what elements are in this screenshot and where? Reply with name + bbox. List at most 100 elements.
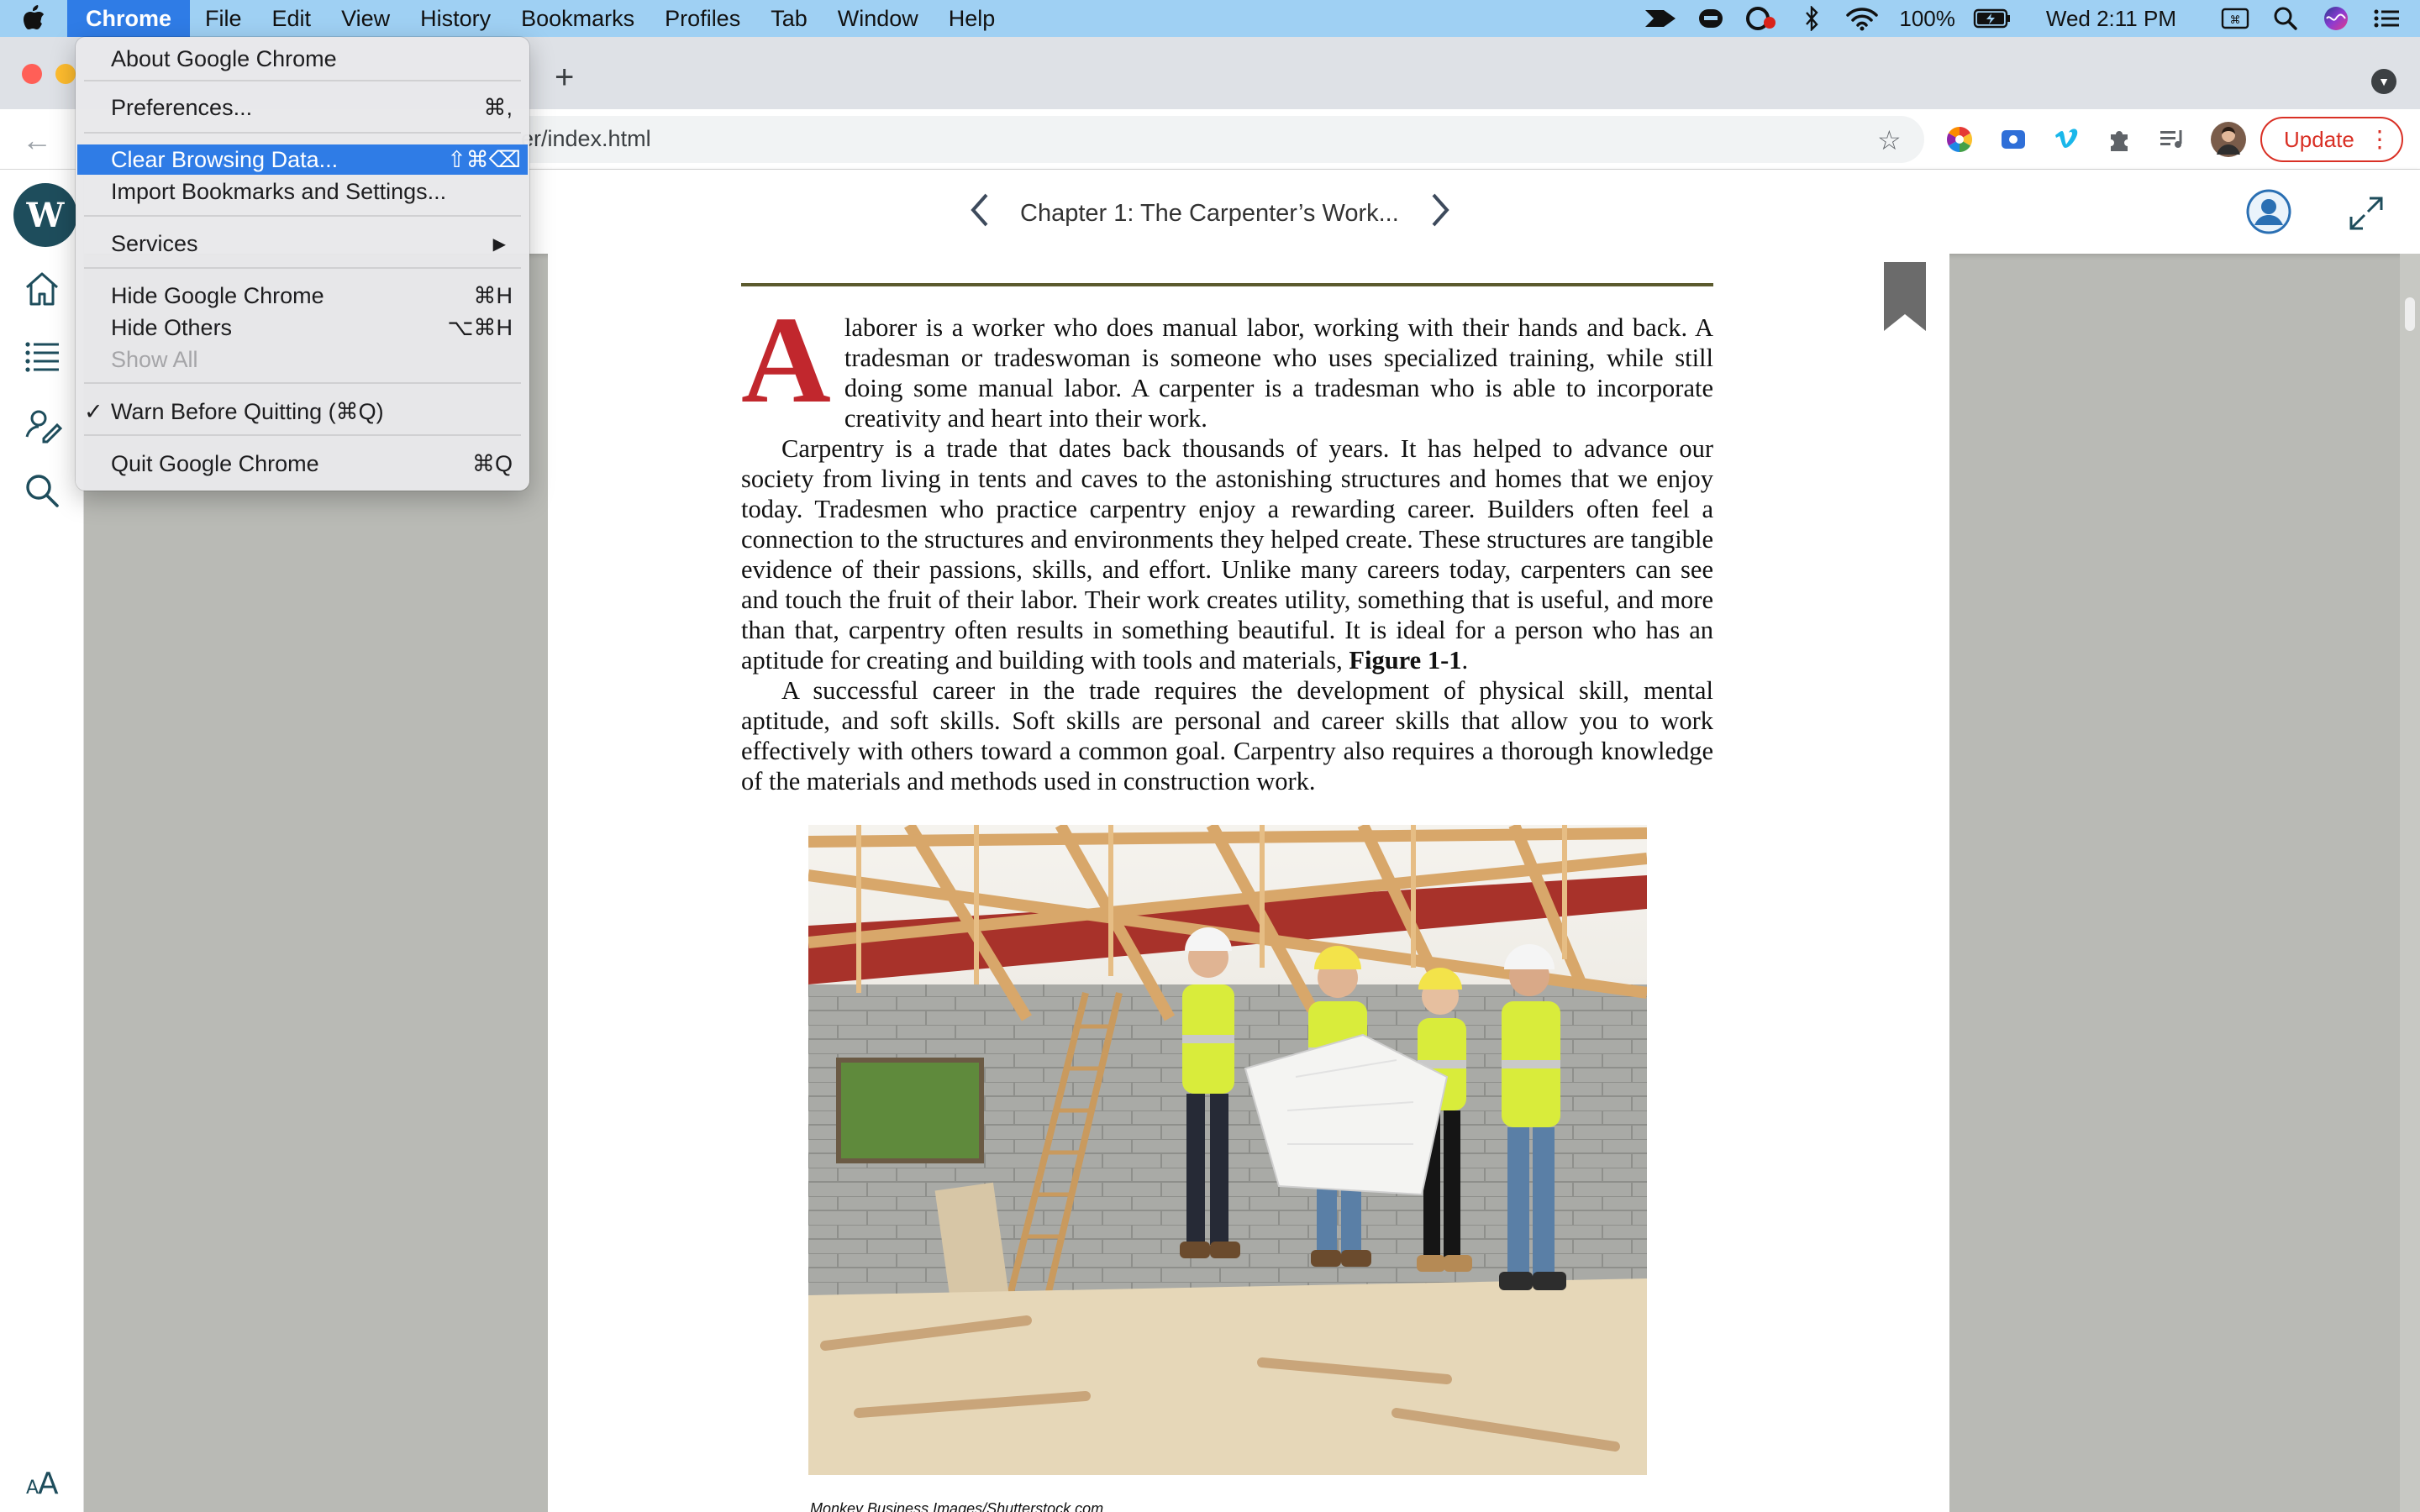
menu-item-hide-chrome-shortcut: ⌘H xyxy=(473,282,513,308)
menu-item-show-all-label: Show All xyxy=(111,346,198,372)
tab-search-button[interactable]: ▼ xyxy=(2371,69,2396,94)
minimize-window-button[interactable] xyxy=(55,64,76,84)
chapter-title[interactable]: Chapter 1: The Carpenter’s Work... xyxy=(1020,200,1399,228)
creative-cloud-icon[interactable] xyxy=(1736,0,1786,37)
menu-item-warn-before-quitting-label: Warn Before Quitting (⌘Q) xyxy=(111,398,384,424)
siri-icon[interactable] xyxy=(2311,0,2361,37)
battery-percent: 100% xyxy=(1899,5,1955,31)
menu-tab[interactable]: Tab xyxy=(755,0,823,37)
publisher-logo[interactable]: W xyxy=(13,183,77,247)
menu-item-services-label: Services xyxy=(111,230,198,256)
chapter-rule xyxy=(741,283,1713,286)
bluetooth-icon[interactable] xyxy=(1786,0,1837,37)
body-text: A laborer is a worker who does manual la… xyxy=(741,291,1713,796)
user-profile-icon[interactable] xyxy=(2245,188,2292,235)
photo-credit: Monkey Business Images/Shutterstock.com xyxy=(810,1500,1104,1512)
menu-item-show-all: Show All xyxy=(76,344,529,375)
bookmark-star-icon[interactable]: ☆ xyxy=(1877,124,1902,156)
previous-chapter-icon[interactable] xyxy=(966,190,992,238)
menu-item-hide-others-label: Hide Others xyxy=(111,314,233,340)
page-scrollbar[interactable] xyxy=(2400,254,2420,1512)
keyboard-icon[interactable]: ⌘ xyxy=(2210,0,2260,37)
menu-separator xyxy=(84,434,521,436)
wifi-icon[interactable] xyxy=(1837,0,1887,37)
svg-text:A: A xyxy=(38,1467,59,1499)
menu-item-import-bookmarks[interactable]: Import Bookmarks and Settings... xyxy=(76,176,529,207)
extensions-puzzle-icon[interactable] xyxy=(2102,123,2136,156)
profile-avatar-icon[interactable] xyxy=(2210,121,2247,158)
chrome-app-menu: About Google Chrome Preferences... ⌘, Cl… xyxy=(76,37,529,491)
figure-photo xyxy=(808,825,1647,1475)
menu-edit[interactable]: Edit xyxy=(257,0,327,37)
menu-item-quit[interactable]: Quit Google Chrome ⌘Q xyxy=(76,449,529,479)
menu-item-hide-others[interactable]: Hide Others ⌥⌘H xyxy=(76,312,529,343)
menu-history[interactable]: History xyxy=(405,0,506,37)
menu-item-quit-shortcut: ⌘Q xyxy=(471,450,513,476)
annotations-icon[interactable] xyxy=(22,403,64,445)
menu-item-clear-browsing-data-label: Clear Browsing Data... xyxy=(111,146,339,172)
menu-item-hide-chrome-label: Hide Google Chrome xyxy=(111,282,324,308)
paragraph-1: laborer is a worker who does manual labo… xyxy=(844,313,1713,433)
new-tab-button[interactable]: + xyxy=(555,60,574,94)
apple-icon[interactable] xyxy=(0,0,67,37)
paragraph-2: Carpentry is a trade that dates back tho… xyxy=(741,433,1713,675)
table-of-contents-icon[interactable] xyxy=(22,336,64,378)
update-button[interactable]: Update ⋮ xyxy=(2260,117,2403,162)
status-cloud-icon[interactable] xyxy=(1686,0,1736,37)
menu-item-preferences[interactable]: Preferences... ⌘, xyxy=(76,92,529,123)
menu-separator xyxy=(84,215,521,217)
menu-item-preferences-label: Preferences... xyxy=(111,94,253,120)
menu-view[interactable]: View xyxy=(326,0,405,37)
menu-bookmarks[interactable]: Bookmarks xyxy=(506,0,650,37)
scrollbar-thumb[interactable] xyxy=(2405,297,2415,331)
paragraph-2-text: Carpentry is a trade that dates back tho… xyxy=(741,434,1713,675)
menu-separator xyxy=(84,132,521,134)
battery-icon[interactable] xyxy=(1967,0,2018,37)
menu-file[interactable]: File xyxy=(190,0,257,37)
menu-item-services[interactable]: Services ▶ xyxy=(76,228,529,259)
fullscreen-icon[interactable] xyxy=(2348,195,2385,232)
page-bookmark-icon[interactable] xyxy=(1884,262,1926,331)
next-chapter-icon[interactable] xyxy=(1428,190,1454,238)
menu-bar: Chrome File Edit View History Bookmarks … xyxy=(0,0,2420,37)
status-arrow-icon[interactable] xyxy=(1635,0,1686,37)
color-wheel-extension-icon[interactable] xyxy=(1943,123,1976,156)
menu-item-warn-before-quitting[interactable]: ✓ Warn Before Quitting (⌘Q) xyxy=(76,396,529,427)
menu-item-about[interactable]: About Google Chrome xyxy=(76,44,529,74)
menu-item-quit-label: Quit Google Chrome xyxy=(111,450,319,476)
menu-separator xyxy=(84,267,521,269)
menu-item-hide-chrome[interactable]: Hide Google Chrome ⌘H xyxy=(76,281,529,311)
paragraph-2-end: . xyxy=(1461,646,1469,675)
menu-profiles[interactable]: Profiles xyxy=(650,0,755,37)
close-window-button[interactable] xyxy=(22,64,42,84)
back-arrow-icon[interactable]: ← xyxy=(22,123,52,158)
checkmark-icon: ✓ xyxy=(84,398,103,424)
menu-window[interactable]: Window xyxy=(823,0,934,37)
menu-chrome[interactable]: Chrome xyxy=(67,0,191,37)
clock[interactable]: Wed 2:11 PM xyxy=(2018,6,2210,32)
screen-record-extension-icon[interactable] xyxy=(1996,123,2030,156)
control-center-icon[interactable] xyxy=(2361,0,2412,37)
menu-item-about-label: About Google Chrome xyxy=(111,45,337,71)
submenu-arrow-icon: ▶ xyxy=(492,234,506,254)
svg-text:A: A xyxy=(26,1478,39,1499)
vimeo-extension-icon[interactable] xyxy=(2050,123,2084,156)
drop-cap: A xyxy=(741,291,831,429)
spotlight-icon[interactable] xyxy=(2260,0,2311,37)
search-icon[interactable] xyxy=(22,470,64,512)
figure-reference[interactable]: Figure 1-1 xyxy=(1349,646,1461,675)
home-icon[interactable] xyxy=(22,269,64,311)
font-size-icon[interactable]: AA xyxy=(22,1457,64,1499)
paragraph-3: A successful career in the trade require… xyxy=(741,676,1713,795)
more-options-icon[interactable]: ⋮ xyxy=(2368,125,2391,153)
address-url[interactable]: er/index.html xyxy=(521,126,651,152)
media-controls-icon[interactable] xyxy=(2156,123,2190,156)
menu-item-clear-browsing-data[interactable]: Clear Browsing Data... ⇧⌘⌫ xyxy=(77,144,528,175)
menu-item-preferences-shortcut: ⌘, xyxy=(483,94,513,120)
menu-item-clear-browsing-data-shortcut: ⇧⌘⌫ xyxy=(447,146,521,172)
menu-item-hide-others-shortcut: ⌥⌘H xyxy=(447,314,513,340)
menu-separator xyxy=(84,80,521,81)
svg-text:⌘: ⌘ xyxy=(2230,14,2241,27)
menu-help[interactable]: Help xyxy=(934,0,1011,37)
menu-separator xyxy=(84,382,521,384)
